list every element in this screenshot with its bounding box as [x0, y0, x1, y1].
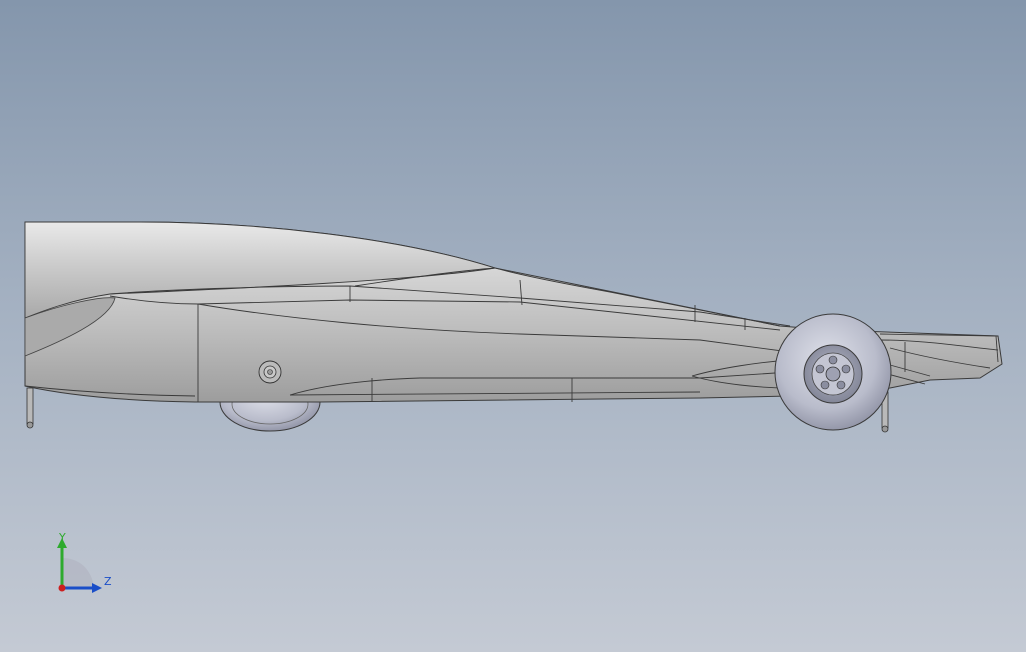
front-wheel[interactable]: [774, 313, 892, 431]
car-model[interactable]: [0, 0, 1026, 652]
rear-support-pin: [26, 387, 34, 429]
y-axis-label: Y: [59, 531, 66, 544]
graphics-viewport[interactable]: Y Z: [0, 0, 1026, 652]
z-axis-arrowhead: [92, 583, 102, 593]
axis-triad[interactable]: Y Z: [50, 530, 120, 600]
triad-plane: [62, 558, 94, 588]
z-axis-label: Z: [104, 575, 112, 588]
x-axis-origin: [58, 584, 66, 592]
rear-axle-bolt: [258, 360, 282, 384]
